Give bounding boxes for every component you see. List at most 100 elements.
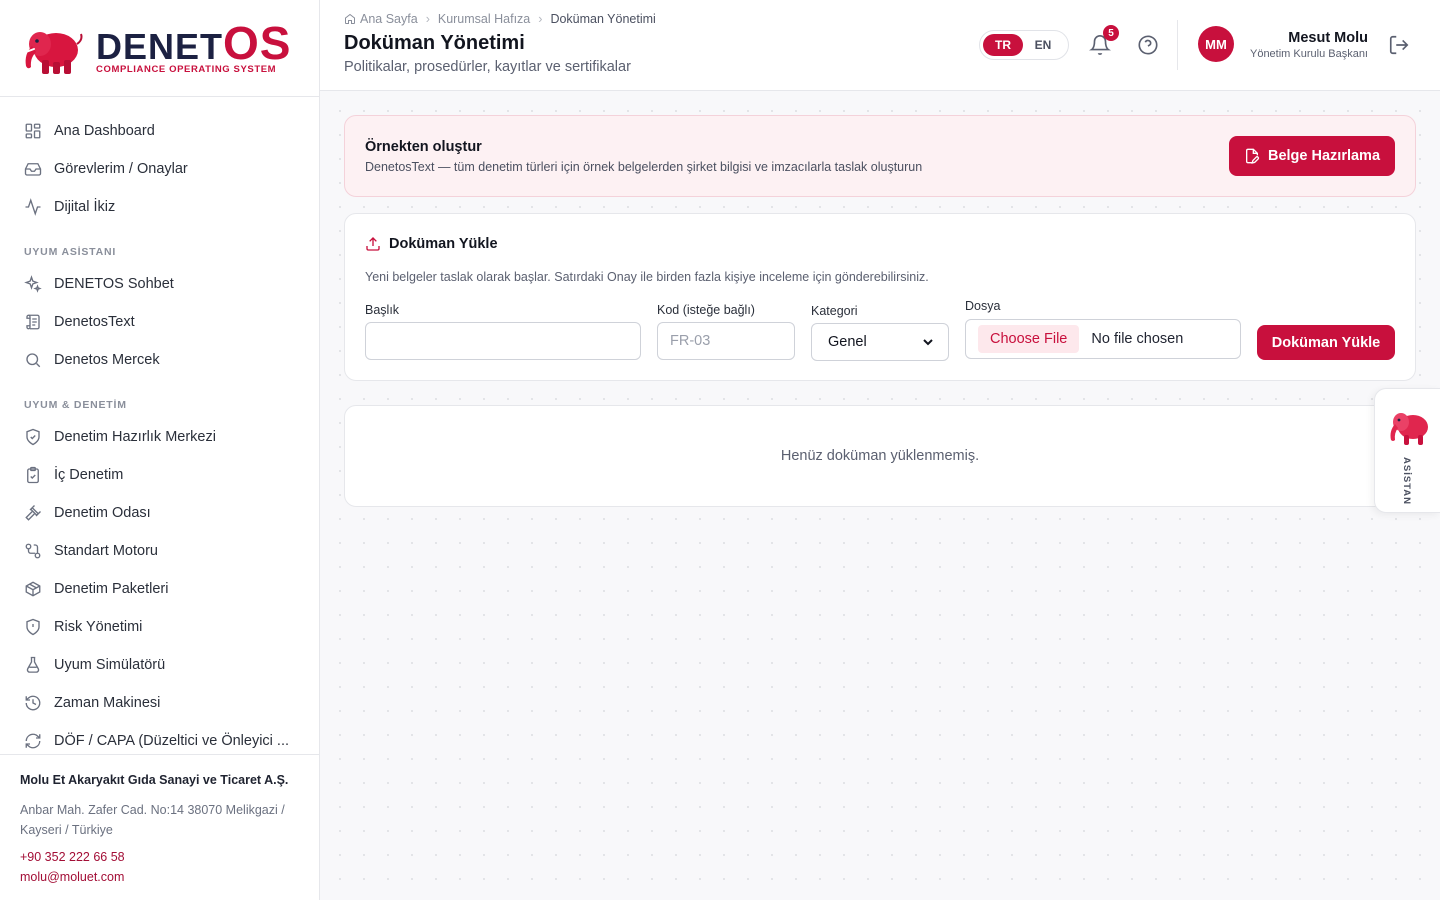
chevron-right-icon: ›: [425, 12, 430, 26]
sidebar-item-ic-denetim[interactable]: İç Denetim: [0, 456, 320, 494]
document-list-empty: Henüz doküman yüklenmemiş.: [344, 405, 1416, 507]
lang-en-button[interactable]: EN: [1023, 34, 1063, 56]
code-label: Kod (isteğe bağlı): [657, 303, 755, 317]
sidebar-item-denetim-hazirlik[interactable]: Denetim Hazırlık Merkezi: [0, 418, 320, 456]
upload-icon: [366, 237, 380, 251]
banner-description: DenetosText — tüm denetim türleri için ö…: [365, 160, 923, 174]
breadcrumb-kurumsal-hafiza[interactable]: Kurumsal Hafıza: [438, 12, 530, 26]
workflow-icon: [24, 542, 42, 560]
category-select[interactable]: Genel: [811, 323, 949, 361]
sidebar-item-label: DÖF / CAPA (Düzeltici ve Önleyici ...: [54, 733, 290, 749]
brand-name: DENET: [96, 26, 224, 67]
sidebar-item-label: Dijital İkiz: [54, 199, 116, 215]
sidebar-item-ana-dashboard[interactable]: Ana Dashboard: [0, 112, 320, 150]
elephant-logo-icon: [25, 32, 83, 74]
sidebar-item-denetos-mercek[interactable]: Denetos Mercek: [0, 341, 320, 379]
file-label: Dosya: [965, 299, 1001, 313]
sidebar: DENETOS COMPLIANCE OPERATING SYSTEM Ana …: [0, 0, 320, 900]
shield-check-icon: [24, 428, 42, 446]
sidebar-item-label: Ana Dashboard: [54, 123, 155, 139]
title-input[interactable]: [365, 322, 641, 360]
language-switcher: TR EN: [979, 30, 1069, 60]
activity-icon: [24, 198, 42, 216]
file-input[interactable]: Choose File No file chosen: [965, 319, 1241, 359]
sidebar-item-label: Uyum Simülatörü: [54, 657, 166, 673]
avatar[interactable]: MM: [1198, 26, 1234, 62]
breadcrumb-home[interactable]: Ana Sayfa: [360, 12, 418, 26]
sidebar-item-label: Denetim Hazırlık Merkezi: [54, 429, 216, 445]
sidebar-item-standart-motoru[interactable]: Standart Motoru: [0, 532, 320, 570]
chevron-down-icon: [923, 339, 933, 346]
belge-hazirlama-button[interactable]: Belge Hazırlama: [1229, 136, 1395, 176]
breadcrumb: Ana Sayfa › Kurumsal Hafıza › Doküman Yö…: [344, 12, 656, 26]
logo[interactable]: DENETOS COMPLIANCE OPERATING SYSTEM: [0, 0, 319, 97]
assistant-label: ASİSTAN: [1401, 457, 1412, 505]
sidebar-item-label: DENETOS Sohbet: [54, 276, 174, 292]
sidebar-item-risk-yonetimi[interactable]: Risk Yönetimi: [0, 608, 320, 646]
file-pen-icon: [1245, 148, 1260, 164]
sidebar-item-dof-capa[interactable]: DÖF / CAPA (Düzeltici ve Önleyici ...: [0, 722, 320, 754]
file-status: No file chosen: [1091, 331, 1184, 347]
company-info: Molu Et Akaryakıt Gıda Sanayi ve Ticaret…: [0, 754, 320, 900]
flask-icon: [24, 656, 42, 674]
sidebar-item-uyum-simulatoru[interactable]: Uyum Simülatörü: [0, 646, 320, 684]
sidebar-item-zaman-makinesi[interactable]: Zaman Makinesi: [0, 684, 320, 722]
assistant-tab[interactable]: ASİSTAN: [1374, 388, 1440, 513]
sidebar-item-label: Denetim Paketleri: [54, 581, 169, 597]
company-phone-link[interactable]: +90 352 222 66 58: [20, 847, 300, 867]
search-icon: [24, 351, 42, 369]
company-address: Anbar Mah. Zafer Cad. No:14 38070 Melikg…: [20, 803, 285, 837]
title-label: Başlık: [365, 303, 400, 317]
refresh-icon: [24, 732, 42, 750]
empty-state-text: Henüz doküman yüklenmemiş.: [780, 448, 980, 464]
sidebar-item-label: Denetim Odası: [54, 505, 151, 521]
shield-alert-icon: [24, 618, 42, 636]
sidebar-item-denetos-sohbet[interactable]: DENETOS Sohbet: [0, 265, 320, 303]
choose-file-button[interactable]: Choose File: [978, 325, 1080, 353]
logout-icon[interactable]: [1388, 34, 1410, 56]
breadcrumb-current: Doküman Yönetimi: [550, 12, 656, 26]
sidebar-item-label: Standart Motoru: [54, 543, 158, 559]
sidebar-item-label: İç Denetim: [54, 467, 124, 483]
notification-badge: 5: [1103, 25, 1119, 41]
sidebar-item-denetim-paketleri[interactable]: Denetim Paketleri: [0, 570, 320, 608]
sidebar-item-label: Zaman Makinesi: [54, 695, 161, 711]
company-name: Molu Et Akaryakıt Gıda Sanayi ve Ticaret…: [20, 773, 289, 787]
brand-tagline: COMPLIANCE OPERATING SYSTEM: [96, 64, 277, 75]
scroll-text-icon: [24, 313, 42, 331]
sidebar-nav: Ana Dashboard Görevlerim / Onaylar Dijit…: [0, 112, 320, 754]
help-circle-icon[interactable]: [1137, 34, 1159, 56]
upload-card: Doküman Yükle Yeni belgeler taslak olara…: [344, 213, 1416, 381]
company-email-link[interactable]: molu@moluet.com: [20, 867, 300, 887]
user-name: Mesut Molu: [1288, 30, 1368, 46]
sidebar-item-dijital-ikiz[interactable]: Dijital İkiz: [0, 188, 320, 226]
brand-accent: OS: [223, 17, 292, 69]
page-title: Doküman Yönetimi: [344, 32, 525, 54]
template-banner: Örnekten oluştur DenetosText — tüm denet…: [344, 115, 1416, 197]
home-icon: [345, 13, 355, 24]
clipboard-check-icon: [24, 466, 42, 484]
code-input[interactable]: [657, 322, 795, 360]
top-header: Ana Sayfa › Kurumsal Hafıza › Doküman Yö…: [320, 0, 1440, 91]
chevron-right-icon: ›: [538, 12, 543, 26]
gavel-icon: [24, 504, 42, 522]
upload-submit-button[interactable]: Doküman Yükle: [1257, 325, 1395, 360]
inbox-icon: [24, 160, 42, 178]
package-icon: [24, 580, 42, 598]
dashboard-grid-icon: [24, 122, 42, 140]
user-role: Yönetim Kurulu Başkanı: [1249, 48, 1368, 60]
sparkles-icon: [24, 275, 42, 293]
main-content: Örnekten oluştur DenetosText — tüm denet…: [320, 91, 1440, 900]
history-icon: [24, 694, 42, 712]
sidebar-item-gorevlerim[interactable]: Görevlerim / Onaylar: [0, 150, 320, 188]
elephant-assistant-icon: [1390, 413, 1428, 445]
belge-hazirlama-label: Belge Hazırlama: [1267, 148, 1381, 164]
lang-tr-button[interactable]: TR: [983, 34, 1023, 56]
sidebar-item-label: Görevlerim / Onaylar: [54, 161, 188, 177]
sidebar-item-denetostext[interactable]: DenetosText: [0, 303, 320, 341]
header-divider: [1177, 20, 1178, 70]
sidebar-item-label: Denetos Mercek: [54, 352, 160, 368]
sidebar-item-denetim-odasi[interactable]: Denetim Odası: [0, 494, 320, 532]
category-label: Kategori: [811, 304, 858, 318]
sidebar-item-label: Risk Yönetimi: [54, 619, 143, 635]
